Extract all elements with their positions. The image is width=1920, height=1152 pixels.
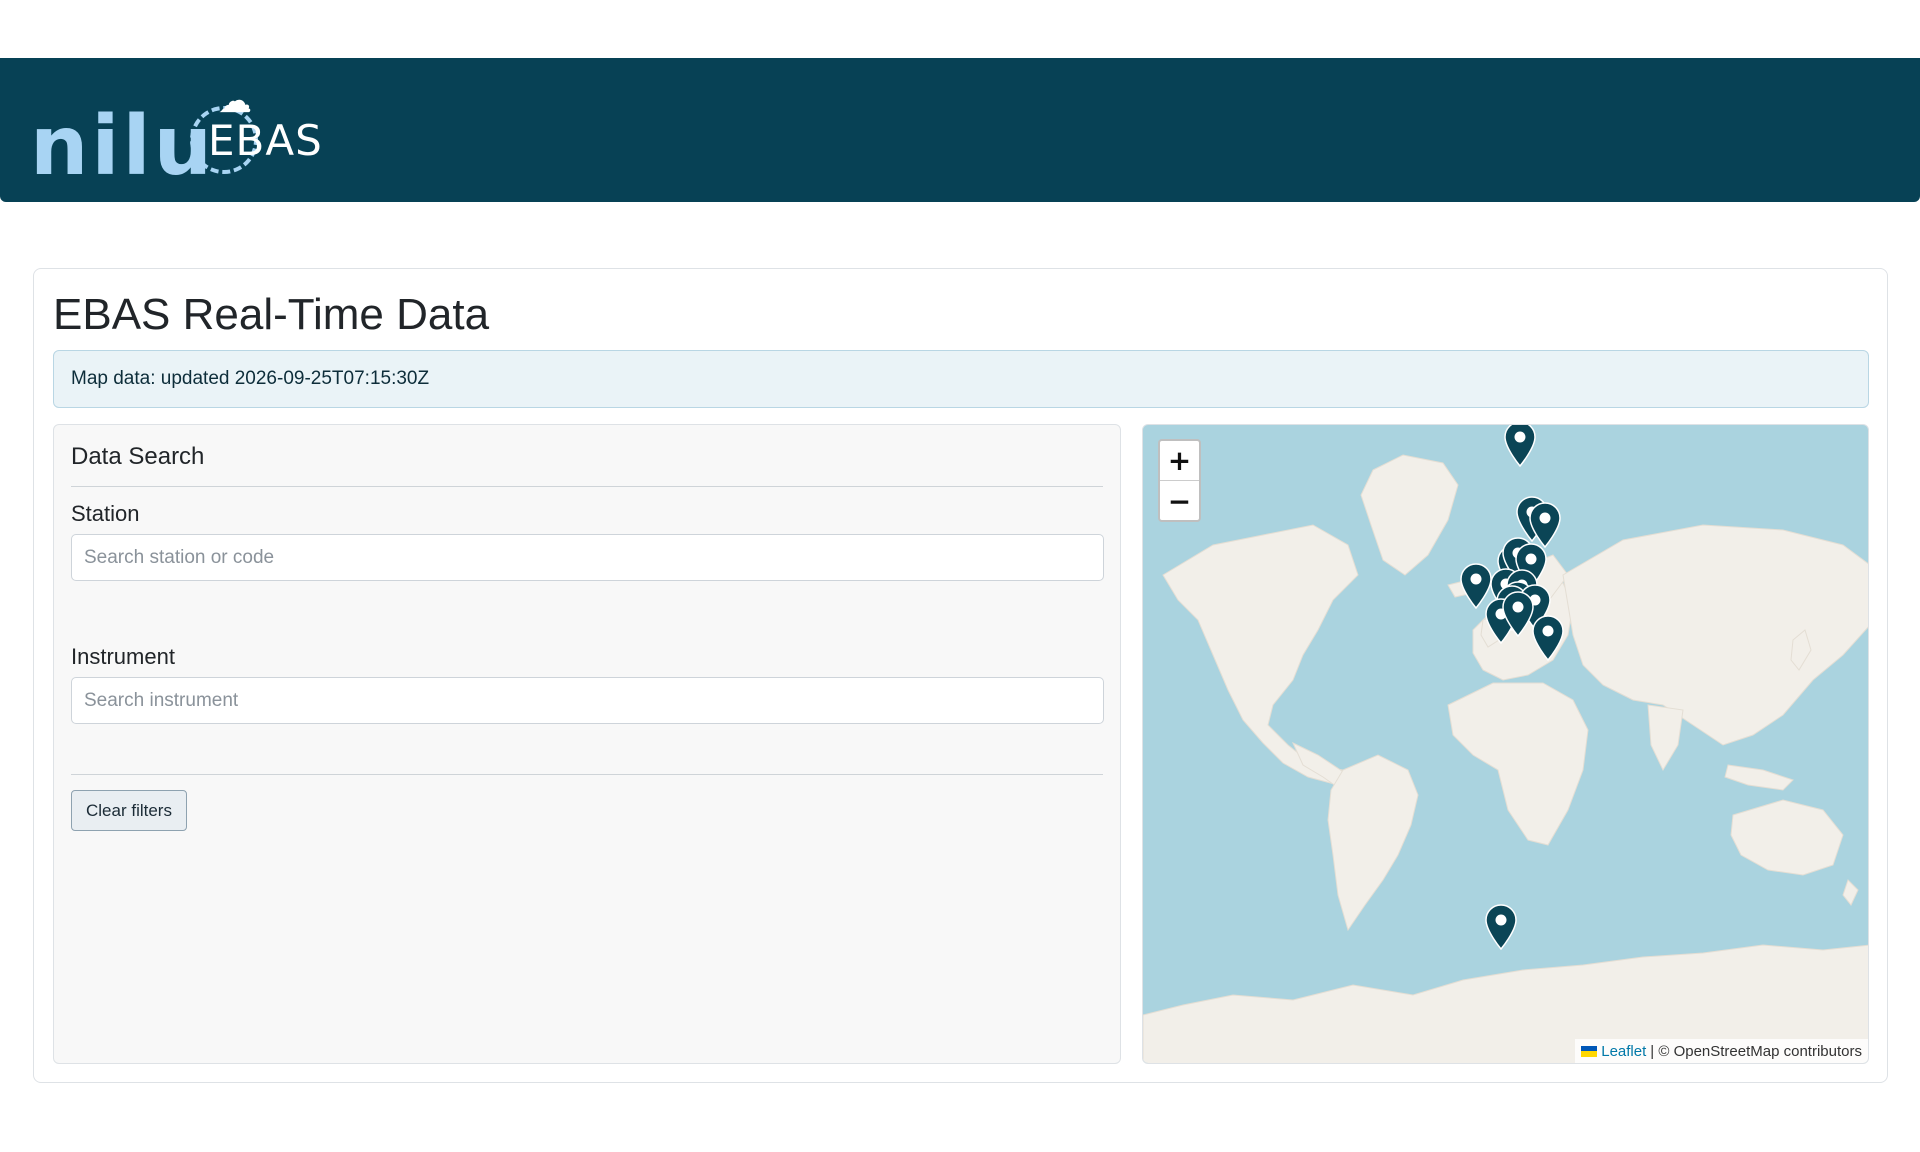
- page-title: EBAS Real-Time Data: [53, 290, 490, 339]
- land-india: [1647, 704, 1684, 772]
- main-card: EBAS Real-Time Data Map data: updated 20…: [33, 268, 1888, 1083]
- leaflet-link[interactable]: Leaflet: [1601, 1043, 1646, 1060]
- divider: [71, 486, 1103, 487]
- land-africa: [1447, 682, 1589, 846]
- land-greenland: [1360, 454, 1459, 576]
- land-australia: [1730, 799, 1844, 876]
- ebas-logo-text: EBAS: [208, 116, 323, 165]
- land-asia: [1562, 524, 1868, 746]
- station-marker[interactable]: [1532, 614, 1564, 661]
- cloud-icon: ☁: [218, 82, 252, 120]
- instrument-label: Instrument: [71, 644, 175, 669]
- data-search-title: Data Search: [71, 443, 205, 470]
- divider: [71, 774, 1103, 775]
- zoom-in-button[interactable]: +: [1160, 441, 1199, 481]
- brand-logo[interactable]: nilu ☁ EBAS: [30, 80, 350, 188]
- header-bar: nilu ☁ EBAS: [0, 58, 1920, 202]
- map-pin-icon: [1501, 591, 1534, 638]
- world-map-tiles[interactable]: [1143, 425, 1869, 1064]
- nilu-logo: nilu: [30, 99, 215, 194]
- clear-filters-button[interactable]: Clear filters: [71, 790, 187, 831]
- station-marker[interactable]: [1501, 591, 1534, 638]
- ebas-logo: ☁ EBAS: [190, 80, 330, 180]
- instrument-search-input[interactable]: [71, 677, 1104, 724]
- map-pin-icon: [1504, 425, 1536, 468]
- station-map[interactable]: + − Leaflet | © OpenStreetMap contributo…: [1142, 424, 1869, 1064]
- map-pin-icon: [1532, 614, 1564, 661]
- ukraine-flag-icon: [1581, 1045, 1598, 1057]
- land-indonesia: [1724, 764, 1794, 791]
- zoom-control: + −: [1158, 439, 1201, 522]
- station-search-input[interactable]: [71, 534, 1104, 581]
- map-attribution: Leaflet | © OpenStreetMap contributors: [1575, 1039, 1868, 1063]
- map-update-alert: Map data: updated 2026-09-25T07:15:30Z: [53, 350, 1869, 408]
- map-pin-icon: [1485, 904, 1517, 951]
- zoom-out-button[interactable]: −: [1160, 481, 1199, 520]
- land-north-america: [1162, 524, 1359, 786]
- station-label: Station: [71, 501, 140, 526]
- data-search-panel: Data Search Station Instrument Clear fil…: [53, 424, 1121, 1064]
- station-marker[interactable]: [1504, 425, 1536, 468]
- station-marker[interactable]: [1485, 904, 1517, 951]
- osm-attribution-text: | © OpenStreetMap contributors: [1650, 1042, 1862, 1060]
- land-south-america: [1327, 754, 1419, 932]
- map-update-text: Map data: updated 2026-09-25T07:15:30Z: [71, 368, 430, 389]
- land-new-zealand: [1842, 879, 1859, 906]
